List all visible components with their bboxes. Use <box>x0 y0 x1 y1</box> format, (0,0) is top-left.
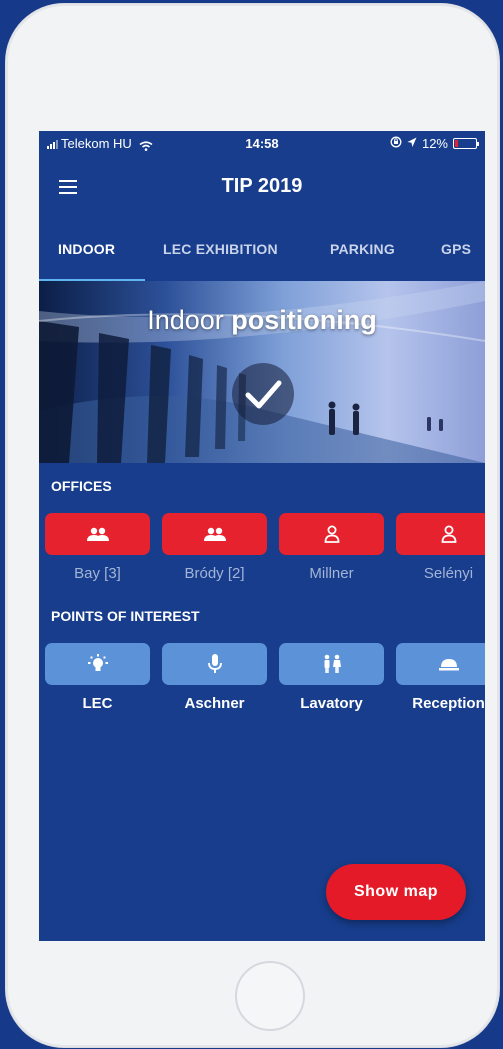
battery-percent: 12% <box>421 136 448 151</box>
show-map-button[interactable]: Show map <box>326 864 466 920</box>
person-icon <box>441 525 456 543</box>
person-icon <box>324 525 339 543</box>
lightbulb-icon <box>87 654 108 671</box>
checkmark-icon <box>232 363 294 425</box>
poi-item-reception[interactable]: Reception <box>396 643 485 712</box>
office-label: Selényi <box>423 565 474 582</box>
battery-icon <box>453 138 479 149</box>
poi-item-lec[interactable]: LEC <box>45 643 150 712</box>
office-button[interactable] <box>45 513 150 555</box>
people-icon <box>203 527 226 541</box>
hero-title: Indoor positioning <box>39 305 485 336</box>
hero-banner: Indoor positioning <box>39 281 485 463</box>
hero-title-bold: positioning <box>231 305 377 335</box>
poi-title: POINTS OF INTEREST <box>51 608 200 624</box>
tab-gps[interactable]: GPS <box>441 241 471 257</box>
tab-bar: INDOOR LEC EXHIBITION PARKING GPS <box>39 231 485 281</box>
office-item-millner[interactable]: Millner <box>279 513 384 582</box>
poi-label: Reception <box>412 695 485 712</box>
tab-parking[interactable]: PARKING <box>330 241 395 257</box>
office-label: Bay [3] <box>74 565 121 582</box>
microphone-icon <box>207 654 222 673</box>
location-arrow-icon <box>407 136 417 151</box>
tab-indoor[interactable]: INDOOR <box>58 241 115 257</box>
offices-list: Bay [3] Bródy [2] Millner Selényi <box>45 513 485 582</box>
home-button[interactable] <box>235 961 305 1031</box>
service-bell-icon <box>438 659 459 671</box>
office-label: Millner <box>309 565 354 582</box>
poi-button[interactable] <box>396 643 485 685</box>
poi-item-lavatory[interactable]: Lavatory <box>279 643 384 712</box>
app-screen: Telekom HU 14:58 12% TIP 2019 INDOOR LEC… <box>39 131 485 941</box>
people-icon <box>86 527 109 541</box>
restroom-icon <box>324 654 341 673</box>
poi-label: Aschner <box>184 695 245 712</box>
poi-button[interactable] <box>162 643 267 685</box>
office-button[interactable] <box>396 513 485 555</box>
office-button[interactable] <box>162 513 267 555</box>
office-button[interactable] <box>279 513 384 555</box>
poi-label: Lavatory <box>300 695 363 712</box>
poi-list: LEC Aschner Lavatory Reception <box>45 643 485 712</box>
offices-title: OFFICES <box>51 478 112 494</box>
hero-title-light: Indoor <box>147 305 224 335</box>
rotation-lock-icon <box>390 136 402 151</box>
app-title: TIP 2019 <box>221 175 303 197</box>
poi-item-aschner[interactable]: Aschner <box>162 643 267 712</box>
tab-lec-exhibition[interactable]: LEC EXHIBITION <box>163 241 278 257</box>
office-item-bay[interactable]: Bay [3] <box>45 513 150 582</box>
app-bar: TIP 2019 <box>39 157 485 217</box>
office-item-selenyi[interactable]: Selényi <box>396 513 485 582</box>
poi-button[interactable] <box>45 643 150 685</box>
status-bar: Telekom HU 14:58 12% <box>39 131 485 157</box>
office-label: Bródy [2] <box>184 565 245 582</box>
poi-button[interactable] <box>279 643 384 685</box>
office-item-brody[interactable]: Bródy [2] <box>162 513 267 582</box>
poi-label: LEC <box>82 695 113 712</box>
